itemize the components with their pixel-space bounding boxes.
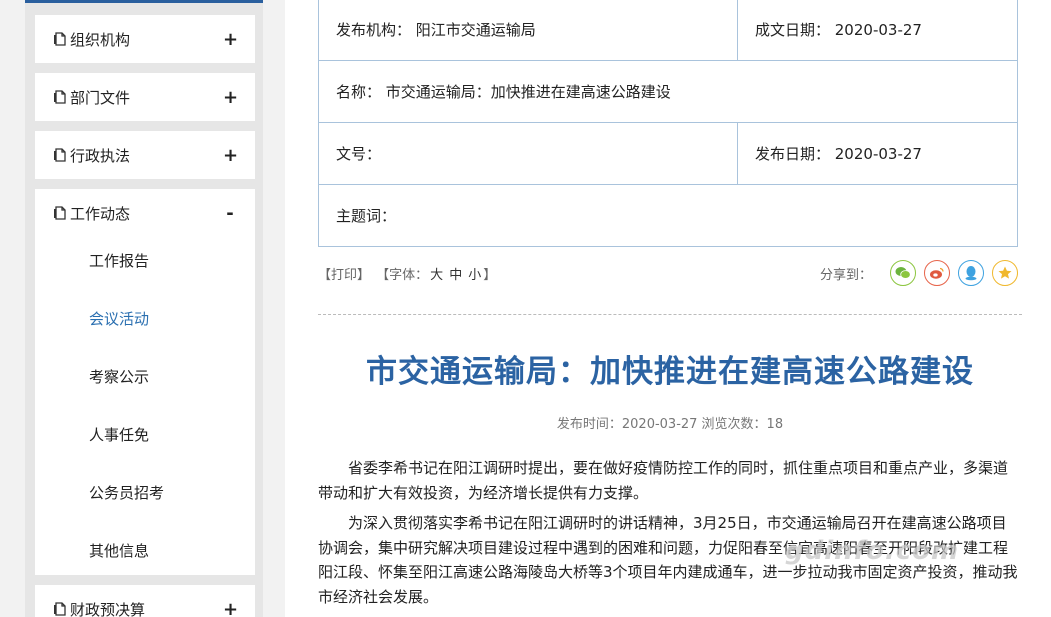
article-toolbar: 【打印】 【字体：大中小】 分享到： bbox=[318, 260, 1018, 286]
font-small-link[interactable]: 小 bbox=[468, 268, 481, 283]
sidebar-section-label: 行政执法 bbox=[70, 146, 131, 165]
collapse-toggle-icon[interactable]: - bbox=[223, 203, 237, 224]
sidebar-section-header[interactable]: 行政执法 + bbox=[35, 131, 255, 179]
document-icon bbox=[54, 90, 66, 104]
expand-toggle-icon[interactable]: + bbox=[223, 599, 238, 617]
expand-toggle-icon[interactable]: + bbox=[223, 87, 238, 108]
sidebar-section-dept-files[interactable]: 部门文件 + bbox=[35, 73, 255, 121]
font-size-prefix: 【字体： bbox=[376, 268, 429, 283]
publish-date-cell: 发布日期： 2020-03-27 bbox=[737, 122, 1018, 185]
article-paragraph: 省委李希书记在阳江调研时提出，要在做好疫情防控工作的同时，抓住重点项目和重点产业… bbox=[318, 459, 1009, 502]
expand-toggle-icon[interactable]: + bbox=[223, 145, 238, 166]
share-bar: 分享到： bbox=[820, 260, 1018, 286]
main-content: 发布机构： 阳江市交通运输局 成文日期： 2020-03-27 名称： 市交通运… bbox=[285, 0, 1051, 617]
qq-icon[interactable] bbox=[958, 260, 984, 286]
share-label: 分享到： bbox=[819, 267, 872, 283]
document-icon bbox=[54, 602, 66, 616]
qzone-icon[interactable] bbox=[992, 260, 1018, 286]
sidebar-section-header[interactable]: 工作动态 - bbox=[35, 189, 255, 237]
sidebar-section-header[interactable]: 财政预决算 + bbox=[35, 585, 255, 617]
sidebar-item-civil-exam[interactable]: 公务员招考 bbox=[35, 463, 255, 521]
font-size-suffix: 】 bbox=[483, 268, 497, 283]
sidebar-section-label: 财政预决算 bbox=[70, 600, 146, 617]
document-icon bbox=[54, 148, 66, 162]
toolbar-left: 【打印】 【字体：大中小】 bbox=[318, 264, 498, 283]
document-icon bbox=[54, 32, 66, 46]
sidebar-section-label: 部门文件 bbox=[70, 88, 131, 107]
keywords-cell: 主题词： bbox=[318, 184, 1018, 247]
sidebar-section-budget[interactable]: 财政预决算 + bbox=[35, 585, 255, 617]
sidebar-section-work-news: 工作动态 - 工作报告 会议活动 考察公示 人事任免 公务员招考 其他信息 bbox=[35, 189, 255, 575]
sidebar-item-work-report[interactable]: 工作报告 bbox=[35, 231, 255, 289]
font-large-link[interactable]: 大 bbox=[430, 268, 443, 283]
dashed-divider bbox=[318, 314, 1022, 315]
sidebar: 组织机构 + 部门文件 + 行政执法 + 工作动态 - 工作报告 会议活动 考察… bbox=[25, 0, 263, 617]
sidebar-item-personnel[interactable]: 人事任免 bbox=[35, 405, 255, 463]
wechat-icon[interactable] bbox=[890, 260, 916, 286]
sidebar-section-label: 组织机构 bbox=[70, 30, 131, 49]
article-meta: 发布时间：2020-03-27 浏览次数：18 bbox=[556, 417, 784, 432]
sidebar-item-meeting-activity[interactable]: 会议活动 bbox=[35, 289, 255, 347]
created-date-cell: 成文日期： 2020-03-27 bbox=[737, 0, 1018, 61]
publisher-cell: 发布机构： 阳江市交通运输局 bbox=[318, 0, 738, 61]
doc-number-cell: 文号： bbox=[318, 122, 738, 185]
weibo-icon[interactable] bbox=[924, 260, 950, 286]
print-link[interactable]: 【打印】 bbox=[318, 268, 370, 283]
sidebar-section-org[interactable]: 组织机构 + bbox=[35, 15, 255, 63]
document-info-table: 发布机构： 阳江市交通运输局 成文日期： 2020-03-27 名称： 市交通运… bbox=[318, 0, 1018, 247]
document-icon bbox=[54, 206, 66, 220]
expand-toggle-icon[interactable]: + bbox=[223, 29, 238, 50]
sidebar-item-inspection-notice[interactable]: 考察公示 bbox=[35, 347, 255, 405]
sidebar-top-bar bbox=[25, 0, 263, 3]
sidebar-section-label: 工作动态 bbox=[70, 204, 131, 223]
article-body: 省委李希书记在阳江调研时提出，要在做好疫情防控工作的同时，抓住重点项目和重点产业… bbox=[318, 456, 1018, 615]
sidebar-section-header[interactable]: 部门文件 + bbox=[35, 73, 255, 121]
sidebar-item-other-info[interactable]: 其他信息 bbox=[35, 521, 255, 579]
article-title: 市交通运输局：加快推进在建高速公路建设 bbox=[366, 354, 974, 390]
article-paragraph: 为深入贯彻落实李希书记在阳江调研时的讲话精神，3月25日，市交通运输局召开在建高… bbox=[318, 514, 1018, 606]
font-medium-link[interactable]: 中 bbox=[449, 268, 462, 283]
sidebar-section-admin-law[interactable]: 行政执法 + bbox=[35, 131, 255, 179]
sidebar-section-header[interactable]: 组织机构 + bbox=[35, 15, 255, 63]
doc-name-cell: 名称： 市交通运输局：加快推进在建高速公路建设 bbox=[318, 60, 1018, 123]
